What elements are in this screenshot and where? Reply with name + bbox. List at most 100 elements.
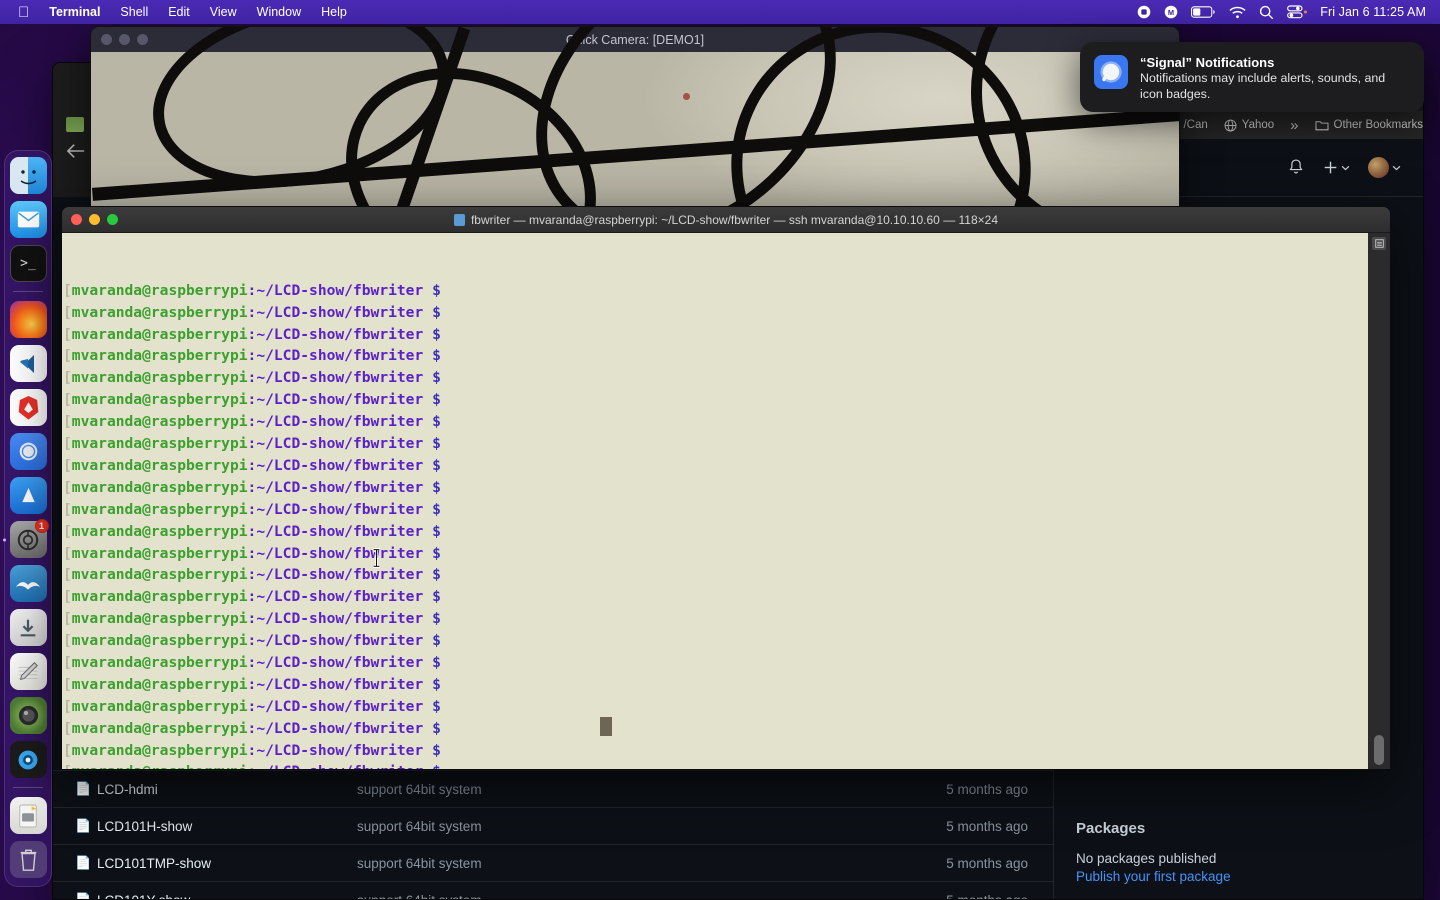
text-cursor bbox=[373, 548, 380, 568]
bookmarks-overflow[interactable]: » bbox=[1290, 117, 1298, 134]
dock-item-photobooth[interactable] bbox=[9, 697, 47, 734]
scrollbar-menu-icon[interactable] bbox=[1372, 237, 1386, 250]
terminal-cursor bbox=[600, 717, 612, 736]
commit-message[interactable]: support 64bit system bbox=[357, 893, 903, 900]
terminal-line: [mvaranda@raspberrypi:~/LCD-show/fbwrite… bbox=[63, 632, 441, 650]
dock-divider bbox=[13, 787, 43, 788]
table-row[interactable]: 📄 LCD-hdmi support 64bit system 5 months… bbox=[53, 770, 1053, 807]
account-menu[interactable] bbox=[1368, 157, 1401, 178]
notification-text: “Signal” Notifications Notifications may… bbox=[1140, 55, 1410, 102]
dock-item-app-store[interactable] bbox=[9, 477, 47, 514]
table-row[interactable]: 📄 LCD101H-show support 64bit system 5 mo… bbox=[53, 807, 1053, 844]
file-name[interactable]: LCD101Y-show bbox=[97, 893, 357, 900]
terminal-line: [mvaranda@raspberrypi:~/LCD-show/fbwrite… bbox=[63, 435, 441, 453]
create-new-button[interactable] bbox=[1323, 160, 1350, 175]
dock-item-mail[interactable] bbox=[9, 201, 47, 238]
chevron-double-right-icon: » bbox=[1290, 116, 1299, 134]
dock-item-vscode[interactable] bbox=[9, 345, 47, 382]
record-icon[interactable] bbox=[1137, 5, 1151, 19]
monosnap-icon[interactable]: M bbox=[1164, 5, 1178, 19]
back-arrow-icon[interactable] bbox=[65, 142, 87, 160]
terminal-lines: [mvaranda@raspberrypi:~/LCD-show/fbwrite… bbox=[63, 280, 1390, 769]
commit-message[interactable]: support 64bit system bbox=[357, 856, 903, 871]
other-bookmarks-folder[interactable]: Other Bookmarks bbox=[1315, 119, 1423, 131]
file-icon: 📄 bbox=[75, 818, 92, 833]
camera-lens-icon bbox=[18, 705, 38, 726]
menu-edit[interactable]: Edit bbox=[158, 5, 200, 19]
menu-bar[interactable]:  Terminal Shell Edit View Window Help M bbox=[0, 0, 1440, 24]
commit-message[interactable]: support 64bit system bbox=[357, 782, 903, 797]
file-name[interactable]: LCD-hdmi bbox=[97, 782, 357, 797]
terminal-line: [mvaranda@raspberrypi:~/LCD-show/fbwrite… bbox=[63, 456, 441, 474]
github-toolbar-actions[interactable] bbox=[1287, 157, 1423, 178]
wifi-icon[interactable] bbox=[1229, 6, 1246, 19]
terminal-line: [mvaranda@raspberrypi:~/LCD-show/fbwrite… bbox=[63, 500, 441, 518]
bookmark-label: Other Bookmarks bbox=[1333, 119, 1423, 131]
brave-lion-icon bbox=[18, 395, 38, 420]
quicktime-icon bbox=[18, 750, 38, 769]
dock-item-trash[interactable] bbox=[9, 841, 47, 878]
menu-terminal[interactable]: Terminal bbox=[39, 5, 110, 19]
seagull-icon bbox=[15, 581, 41, 590]
menu-window[interactable]: Window bbox=[247, 5, 311, 19]
dock[interactable]: >_ 1 bbox=[2, 150, 52, 887]
dock-item-scanner[interactable] bbox=[9, 797, 47, 834]
menu-shell[interactable]: Shell bbox=[110, 5, 158, 19]
control-center-icon[interactable] bbox=[1287, 5, 1308, 19]
table-row[interactable]: 📄 LCD101Y-show support 64bit system 5 mo… bbox=[53, 881, 1053, 900]
dock-item-finder[interactable] bbox=[9, 157, 47, 194]
terminal-line: [mvaranda@raspberrypi:~/LCD-show/fbwrite… bbox=[63, 522, 441, 540]
dock-item-firefox[interactable] bbox=[9, 301, 47, 338]
terminal-line: [mvaranda@raspberrypi:~/LCD-show/fbwrite… bbox=[63, 478, 441, 496]
commit-message[interactable]: support 64bit system bbox=[357, 819, 903, 834]
tab-favicon bbox=[66, 117, 84, 132]
terminal-window[interactable]: fbwriter — mvaranda@raspberrypi: ~/LCD-s… bbox=[61, 206, 1391, 770]
terminal-line: [mvaranda@raspberrypi:~/LCD-show/fbwrite… bbox=[63, 741, 441, 759]
file-name[interactable]: LCD101H-show bbox=[97, 819, 357, 834]
plus-icon bbox=[1324, 161, 1337, 174]
bell-icon[interactable] bbox=[1287, 158, 1305, 177]
publish-package-link[interactable]: Publish your first package bbox=[1076, 869, 1401, 884]
dock-item-downloads[interactable] bbox=[9, 609, 47, 646]
terminal-line: [mvaranda@raspberrypi:~/LCD-show/fbwrite… bbox=[63, 281, 441, 299]
running-indicator bbox=[2, 538, 6, 541]
file-icon: 📄 bbox=[75, 855, 92, 870]
packages-heading: Packages bbox=[1076, 820, 1146, 837]
folder-icon bbox=[453, 213, 465, 226]
trash-icon bbox=[20, 849, 36, 871]
battery-icon[interactable] bbox=[1191, 6, 1216, 18]
search-icon[interactable] bbox=[1259, 5, 1274, 20]
menu-bar-clock[interactable]: Fri Jan 6 11:25 AM bbox=[1320, 5, 1426, 19]
camera-video-feed bbox=[91, 27, 1179, 207]
badge-count: 1 bbox=[34, 519, 49, 533]
dock-item-signal[interactable] bbox=[9, 433, 47, 470]
quick-camera-window[interactable]: Quick Camera: [DEMO1] bbox=[90, 26, 1180, 208]
terminal-line: [mvaranda@raspberrypi:~/LCD-show/fbwrite… bbox=[63, 303, 441, 321]
terminal-scrollbar[interactable] bbox=[1368, 233, 1390, 769]
dock-item-brave[interactable] bbox=[9, 389, 47, 426]
bookmark-item[interactable]: Yahoo bbox=[1224, 119, 1274, 132]
menu-bar-status-items[interactable]: M Fri Jan 6 11:25 AM bbox=[1137, 5, 1432, 20]
packages-empty-text: No packages published bbox=[1076, 851, 1217, 866]
menu-help[interactable]: Help bbox=[311, 5, 357, 19]
terminal-line: [mvaranda@raspberrypi:~/LCD-show/fbwrite… bbox=[63, 588, 441, 606]
terminal-title-bar[interactable]: fbwriter — mvaranda@raspberrypi: ~/LCD-s… bbox=[62, 207, 1390, 233]
scrollbar-thumb[interactable] bbox=[1374, 735, 1384, 765]
table-row[interactable]: 📄 LCD101TMP-show support 64bit system 5 … bbox=[53, 844, 1053, 881]
dock-item-system-settings[interactable]: 1 bbox=[2, 519, 49, 558]
dock-item-openoffice[interactable] bbox=[9, 565, 47, 602]
dock-item-notes[interactable] bbox=[9, 653, 47, 690]
dock-item-quicktime[interactable] bbox=[9, 741, 47, 778]
dock-item-terminal[interactable]: >_ bbox=[9, 245, 47, 282]
envelope-icon bbox=[17, 211, 39, 228]
dock-divider bbox=[13, 291, 43, 292]
terminal-output[interactable]: [mvaranda@raspberrypi:~/LCD-show/fbwrite… bbox=[62, 233, 1390, 769]
file-name[interactable]: LCD101TMP-show bbox=[97, 856, 357, 871]
apple-logo-icon[interactable]:  bbox=[18, 5, 29, 20]
app-store-icon bbox=[21, 487, 35, 503]
bookmark-item[interactable]: /Can bbox=[1178, 119, 1207, 131]
svg-text:M: M bbox=[1168, 8, 1174, 17]
menu-view[interactable]: View bbox=[200, 5, 247, 19]
signal-icon bbox=[1094, 55, 1128, 89]
notification-banner[interactable]: “Signal” Notifications Notifications may… bbox=[1080, 42, 1424, 112]
